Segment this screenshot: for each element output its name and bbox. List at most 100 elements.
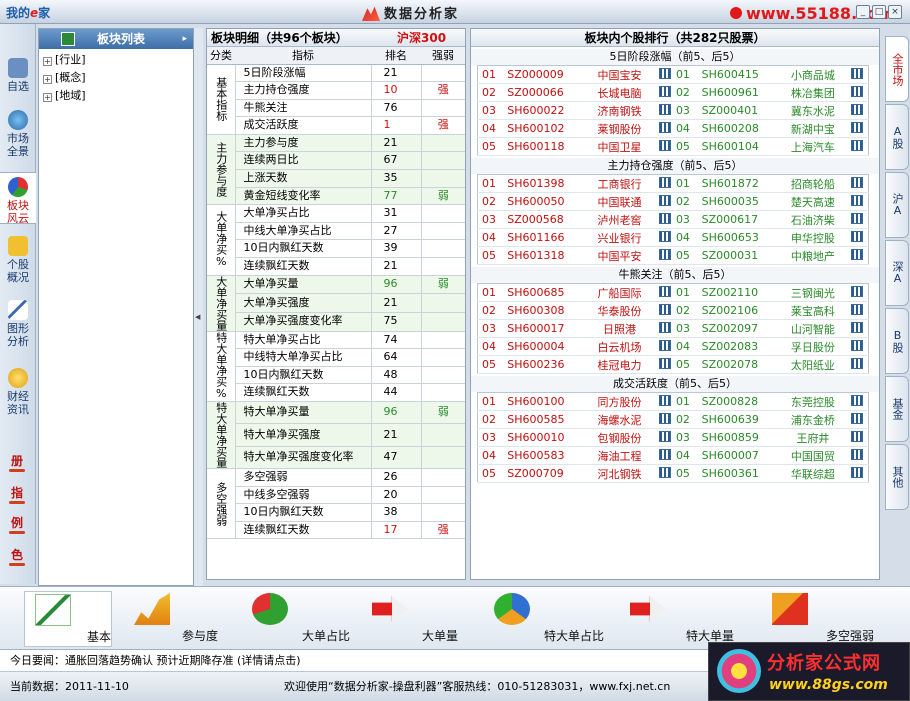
- ranking-row[interactable]: 01 SH601398 工商银行 01 SH601872 招商轮船: [477, 174, 869, 193]
- stock-name[interactable]: 华泰股份: [584, 301, 655, 320]
- kline-chart-icon[interactable]: [851, 248, 864, 260]
- chart-icon[interactable]: [846, 464, 869, 483]
- ranking-row[interactable]: 02 SH600050 中国联通 02 SH600035 楚天高速: [477, 192, 869, 211]
- detail-row[interactable]: 10日内飘红天数 48: [207, 366, 465, 385]
- nav-chart-analysis[interactable]: 图形分析: [0, 300, 36, 348]
- chart-icon[interactable]: [846, 337, 869, 356]
- kline-chart-icon[interactable]: [659, 194, 672, 206]
- detail-row[interactable]: 连续两日比 67: [207, 151, 465, 171]
- kline-chart-icon[interactable]: [659, 212, 672, 224]
- chart-icon[interactable]: [654, 101, 676, 120]
- detail-row[interactable]: 连续飘红天数 17 强: [207, 521, 465, 540]
- tab-all-market[interactable]: 全市场: [885, 36, 909, 102]
- ranking-row[interactable]: 03 SH600017 日照港 03 SZ002097 山河智能: [477, 319, 869, 338]
- stock-name[interactable]: 东莞控股: [779, 392, 847, 411]
- chart-icon[interactable]: [846, 428, 869, 447]
- chart-icon[interactable]: [846, 228, 869, 247]
- kline-chart-icon[interactable]: [659, 394, 672, 406]
- ranking-row[interactable]: 04 SH600004 白云机场 04 SZ002083 孚日股份: [477, 337, 869, 356]
- kline-chart-icon[interactable]: [659, 176, 672, 188]
- detail-row[interactable]: 特大单净买% 特大单净买占比 74: [207, 331, 465, 403]
- kline-chart-icon[interactable]: [851, 394, 864, 406]
- ranking-row[interactable]: 04 SH600102 莱钢股份 04 SH600208 新湖中宝: [477, 119, 869, 138]
- detail-row[interactable]: 10日内飘红天数 38: [207, 503, 465, 522]
- stock-name[interactable]: 工商银行: [584, 174, 655, 193]
- detail-row[interactable]: 大单净买量 大单净买量 96 弱: [207, 275, 465, 332]
- chart-icon[interactable]: [846, 83, 869, 102]
- ranking-row[interactable]: 02 SH600585 海螺水泥 02 SH600639 浦东金桥: [477, 410, 869, 429]
- color-button-book[interactable]: 册: [8, 452, 26, 472]
- stock-name[interactable]: 浦东金桥: [779, 410, 847, 429]
- stock-name[interactable]: 海油工程: [584, 446, 655, 465]
- chart-icon[interactable]: [654, 428, 676, 447]
- detail-row[interactable]: 中线多空强弱 20: [207, 486, 465, 505]
- chart-icon[interactable]: [654, 337, 676, 356]
- stock-name[interactable]: 济南钢铁: [584, 101, 655, 120]
- tree-node-industry[interactable]: + [行业]: [39, 51, 193, 69]
- kline-chart-icon[interactable]: [659, 121, 672, 133]
- stock-name[interactable]: 中国国贸: [779, 446, 847, 465]
- chart-icon[interactable]: [846, 392, 869, 411]
- detail-row[interactable]: 中线大单净买占比 27: [207, 222, 465, 241]
- detail-row[interactable]: 特大单净买强度变化率 47: [207, 446, 465, 470]
- ranking-row[interactable]: 01 SH600685 广船国际 01 SZ002110 三钢闽光: [477, 283, 869, 302]
- kline-chart-icon[interactable]: [659, 67, 672, 79]
- kline-chart-icon[interactable]: [851, 339, 864, 351]
- detail-row[interactable]: 成交活跃度 1 强: [207, 116, 465, 135]
- stock-name[interactable]: 莱宝高科: [779, 301, 847, 320]
- expand-plus-icon[interactable]: +: [43, 57, 52, 66]
- collapse-triangle-icon[interactable]: ◀: [195, 313, 200, 321]
- chart-icon[interactable]: [846, 137, 869, 156]
- kline-chart-icon[interactable]: [659, 85, 672, 97]
- detail-row[interactable]: 主力持仓强度 10 强: [207, 81, 465, 100]
- chart-icon[interactable]: [846, 101, 869, 120]
- chart-icon[interactable]: [846, 355, 869, 374]
- tool-xl-order-ratio[interactable]: 特大单占比: [490, 591, 608, 647]
- kline-chart-icon[interactable]: [659, 139, 672, 151]
- stock-name[interactable]: 包钢股份: [584, 428, 655, 447]
- kline-chart-icon[interactable]: [659, 285, 672, 297]
- ranking-row[interactable]: 05 SH600236 桂冠电力 05 SZ002078 太阳纸业: [477, 355, 869, 374]
- ranking-row[interactable]: 04 SH600583 海油工程 04 SH600007 中国国贸: [477, 446, 869, 465]
- detail-row[interactable]: 主力参与度 主力参与度 21: [207, 134, 465, 206]
- detail-row[interactable]: 特大单净买强度 21: [207, 423, 465, 447]
- stock-name[interactable]: 申华控股: [779, 228, 847, 247]
- stock-name[interactable]: 桂冠电力: [584, 355, 655, 374]
- nav-sector-board[interactable]: 板块风云: [0, 172, 36, 225]
- tool-basic[interactable]: 基本: [24, 591, 112, 647]
- stock-name[interactable]: 长城电脑: [584, 83, 655, 102]
- stock-name[interactable]: 中国宝安: [584, 65, 655, 84]
- chart-icon[interactable]: [654, 228, 676, 247]
- stock-name[interactable]: 日照港: [584, 319, 655, 338]
- kline-chart-icon[interactable]: [851, 139, 864, 151]
- kline-chart-icon[interactable]: [659, 339, 672, 351]
- stock-name[interactable]: 三钢闽光: [779, 283, 847, 302]
- chart-icon[interactable]: [846, 174, 869, 193]
- kline-chart-icon[interactable]: [659, 303, 672, 315]
- kline-chart-icon[interactable]: [851, 466, 864, 478]
- chart-icon[interactable]: [846, 210, 869, 229]
- ranking-row[interactable]: 05 SH600118 中国卫星 05 SH600104 上海汽车: [477, 137, 869, 156]
- kline-chart-icon[interactable]: [851, 85, 864, 97]
- chart-icon[interactable]: [654, 319, 676, 338]
- nav-zixuan[interactable]: 自选: [0, 58, 36, 93]
- chart-icon[interactable]: [654, 174, 676, 193]
- ranking-row[interactable]: 02 SH600308 华泰股份 02 SZ002106 莱宝高科: [477, 301, 869, 320]
- nav-market-overview[interactable]: 市场全景: [0, 110, 36, 158]
- kline-chart-icon[interactable]: [851, 194, 864, 206]
- stock-name[interactable]: 中国联通: [584, 192, 655, 211]
- stock-name[interactable]: 新湖中宝: [779, 119, 847, 138]
- stock-name[interactable]: 中粮地产: [779, 246, 847, 265]
- kline-chart-icon[interactable]: [851, 230, 864, 242]
- tool-participation[interactable]: 参与度: [128, 591, 224, 647]
- kline-chart-icon[interactable]: [851, 121, 864, 133]
- kline-chart-icon[interactable]: [659, 448, 672, 460]
- kline-chart-icon[interactable]: [851, 412, 864, 424]
- kline-chart-icon[interactable]: [851, 103, 864, 115]
- sector-tree-header[interactable]: 板块列表 ▸: [39, 29, 193, 49]
- kline-chart-icon[interactable]: [659, 321, 672, 333]
- kline-chart-icon[interactable]: [851, 430, 864, 442]
- tab-b-share[interactable]: B股: [885, 308, 909, 374]
- detail-row[interactable]: 上涨天数 35: [207, 169, 465, 188]
- detail-row[interactable]: 10日内飘红天数 39: [207, 239, 465, 259]
